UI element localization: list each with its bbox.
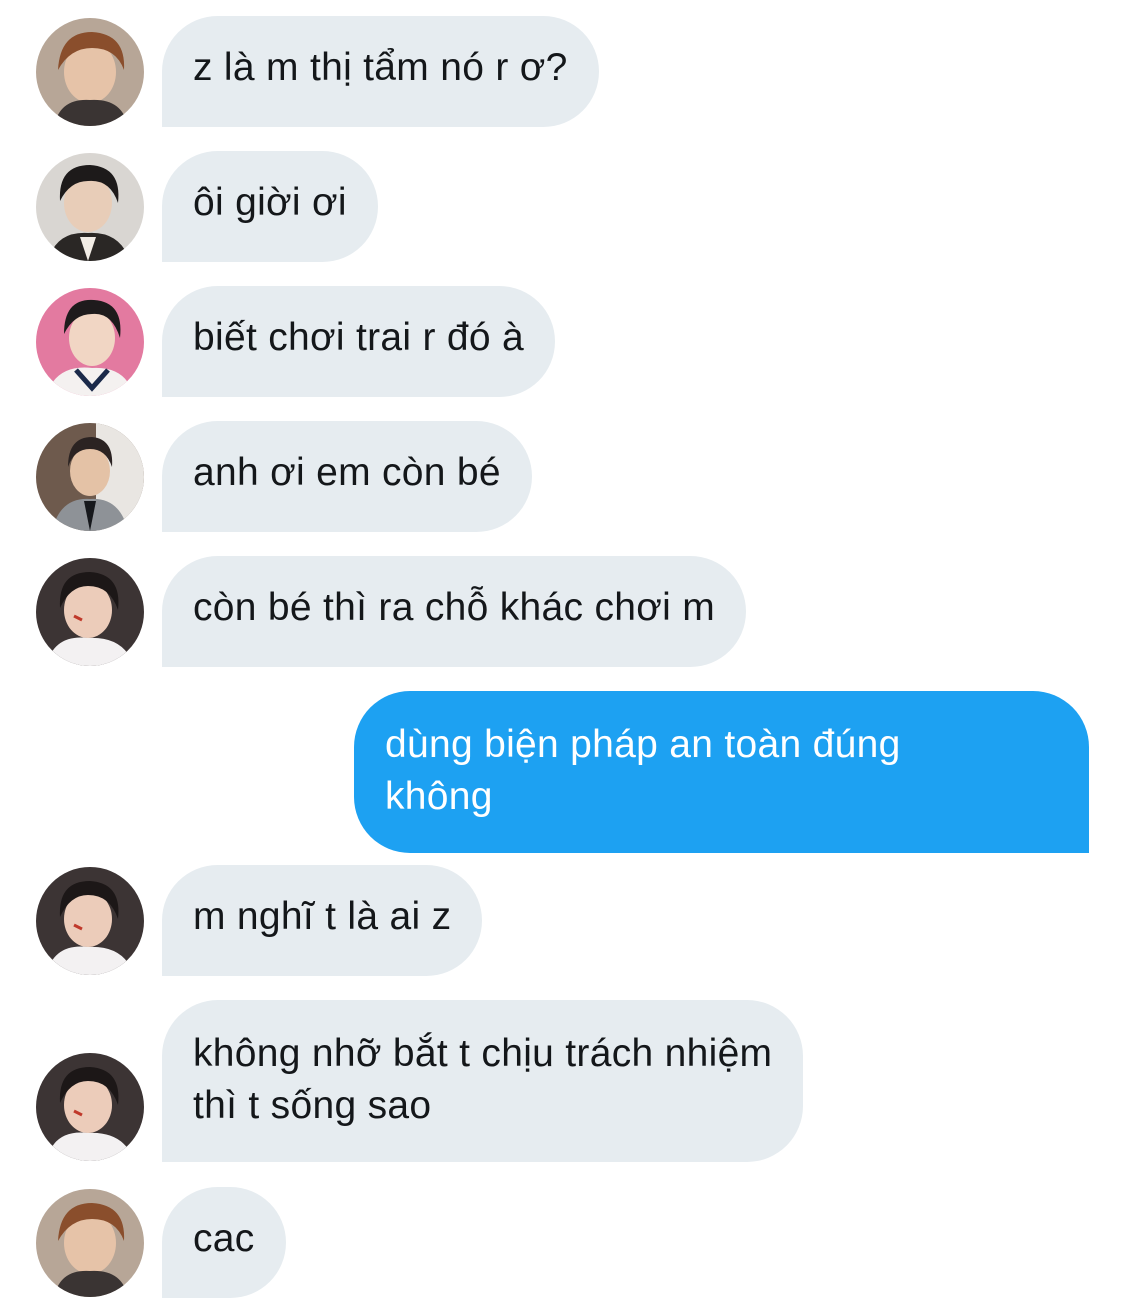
avatar-1-icon[interactable] (36, 1189, 144, 1297)
message-bubble-incoming[interactable]: không nhỡ bắt t chịu trách nhiệm thì t s… (162, 1000, 804, 1162)
message-bubble-incoming[interactable]: còn bé thì ra chỗ khác chơi m (162, 556, 747, 667)
message-bubble-incoming[interactable]: biết chơi trai r đó à (162, 286, 556, 397)
message-text: còn bé thì ra chỗ khác chơi m (193, 586, 716, 629)
avatar-5-icon[interactable] (36, 558, 144, 666)
message-text-line: dùng biện pháp an toàn đúng (385, 723, 901, 766)
message-bubble-outgoing[interactable]: dùng biện pháp an toàn đúng không (354, 691, 1089, 853)
chat-thread[interactable]: z là m thị tẩm nó r ơ? ôi giời ơi biết c… (0, 0, 1125, 1312)
message-text-line: thì t sống sao (193, 1084, 432, 1127)
message-text: cac (193, 1217, 255, 1260)
message-bubble-incoming[interactable]: ôi giời ơi (162, 151, 378, 262)
message-text-line: không nhỡ bắt t chịu trách nhiệm (193, 1032, 773, 1075)
message-text: m nghĩ t là ai z (193, 895, 452, 938)
message-bubble-incoming[interactable]: z là m thị tẩm nó r ơ? (162, 16, 599, 127)
message-text: biết chơi trai r đó à (193, 316, 525, 359)
message-bubble-incoming[interactable]: anh ơi em còn bé (162, 421, 532, 532)
avatar-5-icon[interactable] (36, 867, 144, 975)
message-text: anh ơi em còn bé (193, 451, 501, 494)
avatar-3-icon[interactable] (36, 288, 144, 396)
message-text: ôi giời ơi (193, 181, 347, 224)
message-text: z là m thị tẩm nó r ơ? (193, 46, 568, 89)
avatar-2-icon[interactable] (36, 153, 144, 261)
message-bubble-incoming[interactable]: m nghĩ t là ai z (162, 865, 483, 976)
avatar-1-icon[interactable] (36, 18, 144, 126)
avatar-5-icon[interactable] (36, 1053, 144, 1161)
avatar-4-icon[interactable] (36, 423, 144, 531)
message-text-line: không (385, 775, 493, 818)
message-bubble-incoming[interactable]: cac (162, 1187, 286, 1298)
